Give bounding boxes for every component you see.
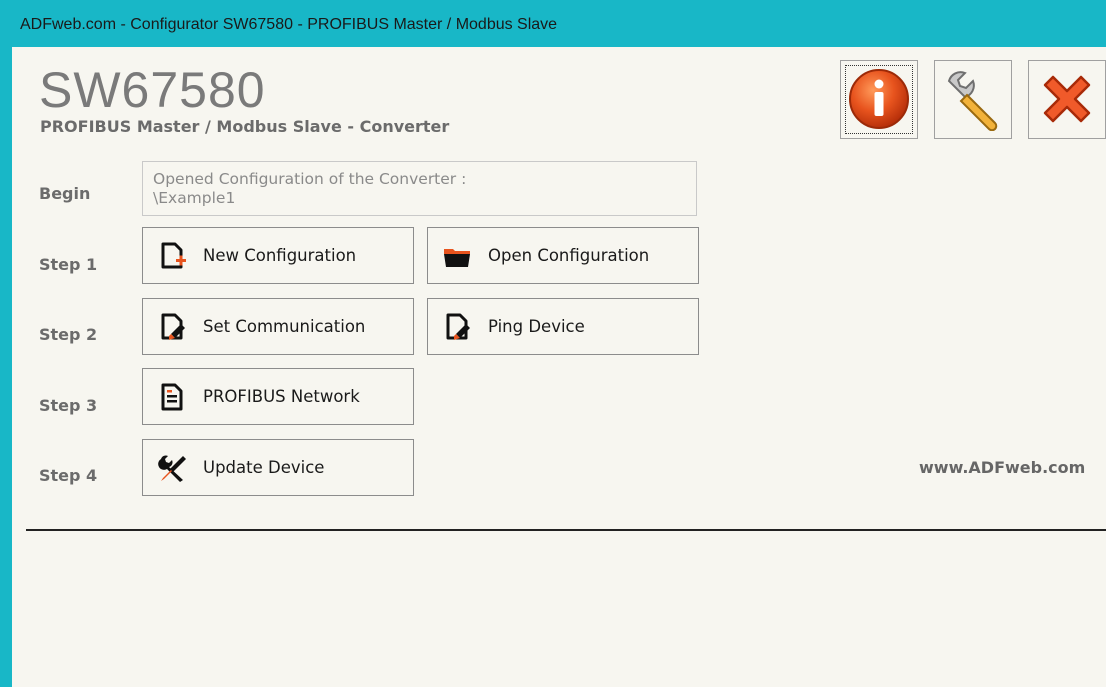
profibus-network-button[interactable]: PROFIBUS Network — [142, 368, 414, 425]
profibus-network-label: PROFIBUS Network — [203, 387, 360, 406]
folder-icon — [442, 241, 472, 271]
document-icon — [157, 382, 187, 412]
wrench-icon — [947, 71, 998, 131]
product-code: SW67580 — [39, 62, 266, 118]
step-1-label: Step 1 — [39, 255, 98, 274]
open-configuration-label: Open Configuration — [488, 246, 650, 265]
info-icon — [849, 69, 909, 129]
configuration-status: Opened Configuration of the Converter : … — [142, 161, 697, 216]
status-line-1: Opened Configuration of the Converter : — [153, 170, 467, 188]
close-icon — [1043, 75, 1091, 123]
new-configuration-label: New Configuration — [203, 246, 357, 265]
ping-device-label: Ping Device — [488, 317, 585, 336]
step-4-label: Step 4 — [39, 466, 98, 485]
window-titlebar: ADFweb.com - Configurator SW67580 - PROF… — [0, 0, 1106, 47]
step-begin-label: Begin — [39, 184, 91, 203]
step-2-label: Step 2 — [39, 325, 98, 344]
new-configuration-button[interactable]: New Configuration — [142, 227, 414, 284]
new-file-icon — [157, 241, 187, 271]
info-button[interactable] — [840, 60, 918, 139]
set-communication-label: Set Communication — [203, 317, 366, 336]
website-link[interactable]: www.ADFweb.com — [919, 458, 1085, 477]
status-line-2: \Example1 — [153, 189, 236, 207]
step-3-label: Step 3 — [39, 396, 98, 415]
edit-file-icon — [157, 312, 187, 342]
update-device-label: Update Device — [203, 458, 325, 477]
window-title: ADFweb.com - Configurator SW67580 - PROF… — [20, 16, 558, 33]
tools-icon — [157, 453, 187, 483]
set-communication-button[interactable]: Set Communication — [142, 298, 414, 355]
main-panel: SW67580 PROFIBUS Master / Modbus Slave -… — [12, 47, 1106, 687]
exit-button[interactable] — [1028, 60, 1106, 139]
product-subtitle: PROFIBUS Master / Modbus Slave - Convert… — [40, 117, 450, 136]
ping-device-button[interactable]: Ping Device — [427, 298, 699, 355]
settings-button[interactable] — [934, 60, 1012, 139]
ping-edit-icon — [442, 312, 472, 342]
update-device-button[interactable]: Update Device — [142, 439, 414, 496]
open-configuration-button[interactable]: Open Configuration — [427, 227, 699, 284]
divider — [26, 529, 1106, 531]
